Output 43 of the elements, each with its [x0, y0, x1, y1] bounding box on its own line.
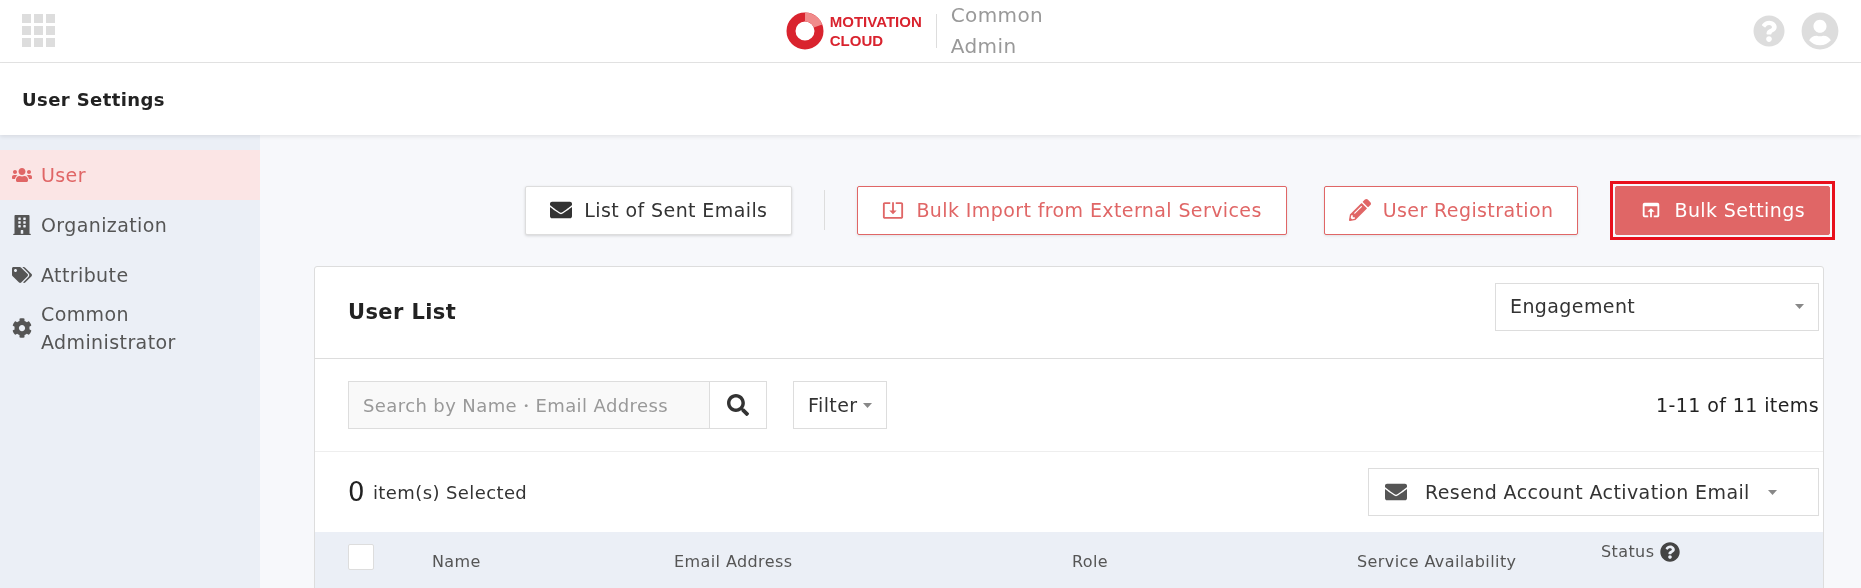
- card-title: User List: [348, 298, 457, 326]
- selected-count: 0: [348, 475, 365, 509]
- filter-button[interactable]: Filter: [793, 381, 888, 429]
- app-grid-icon[interactable]: [22, 14, 56, 48]
- search-icon: [727, 394, 749, 416]
- action-button[interactable]: List of Sent Emails: [525, 185, 793, 235]
- sidebar-item[interactable]: Common Administrator: [0, 300, 260, 356]
- help-icon[interactable]: [1660, 542, 1681, 562]
- select-all-checkbox[interactable]: [348, 544, 374, 570]
- download-tray-icon: [882, 199, 905, 221]
- caret-icon: [863, 402, 873, 408]
- gear-icon: [12, 318, 32, 338]
- search-field[interactable]: Search by Name・Email Address: [348, 381, 710, 429]
- sidebar-item[interactable]: Attribute: [0, 250, 260, 300]
- sidebar-item[interactable]: Organization: [0, 200, 260, 250]
- product-name: Common: [950, 2, 1044, 29]
- caret-icon: [1767, 489, 1777, 495]
- bulk-action-select[interactable]: Resend Account Activation Email: [1368, 468, 1819, 516]
- product-name: Admin: [950, 33, 1018, 60]
- logo-text: CLOUD: [829, 31, 885, 50]
- logo-ring-icon: [785, 12, 824, 50]
- service-select[interactable]: Engagement: [1495, 282, 1819, 331]
- logo-text: MOTIVATION: [829, 12, 922, 31]
- column-header: Status: [1601, 541, 1655, 563]
- caret-icon: [1795, 304, 1804, 309]
- action-button[interactable]: User Registration: [1323, 185, 1579, 235]
- column-header: Email Address: [674, 551, 793, 573]
- action-button[interactable]: Bulk Settings: [1615, 185, 1830, 235]
- action-button[interactable]: Bulk Import from External Services: [857, 185, 1287, 235]
- item-count: 1-11 of 11 items: [1656, 392, 1819, 418]
- column-header: Name: [432, 551, 481, 573]
- tags-icon: [12, 265, 32, 285]
- search-button[interactable]: [710, 381, 767, 429]
- envelope-icon: [1385, 481, 1407, 503]
- envelope-icon: [550, 199, 573, 221]
- page-title: User Settings: [22, 87, 165, 112]
- column-header: Service Availability: [1357, 551, 1517, 573]
- column-header: Role: [1072, 551, 1109, 573]
- avatar-icon[interactable]: [1801, 12, 1839, 50]
- users-icon: [12, 165, 32, 185]
- building-icon: [12, 215, 32, 235]
- pencil-icon: [1348, 199, 1371, 221]
- selected-label: item(s) Selected: [372, 480, 528, 505]
